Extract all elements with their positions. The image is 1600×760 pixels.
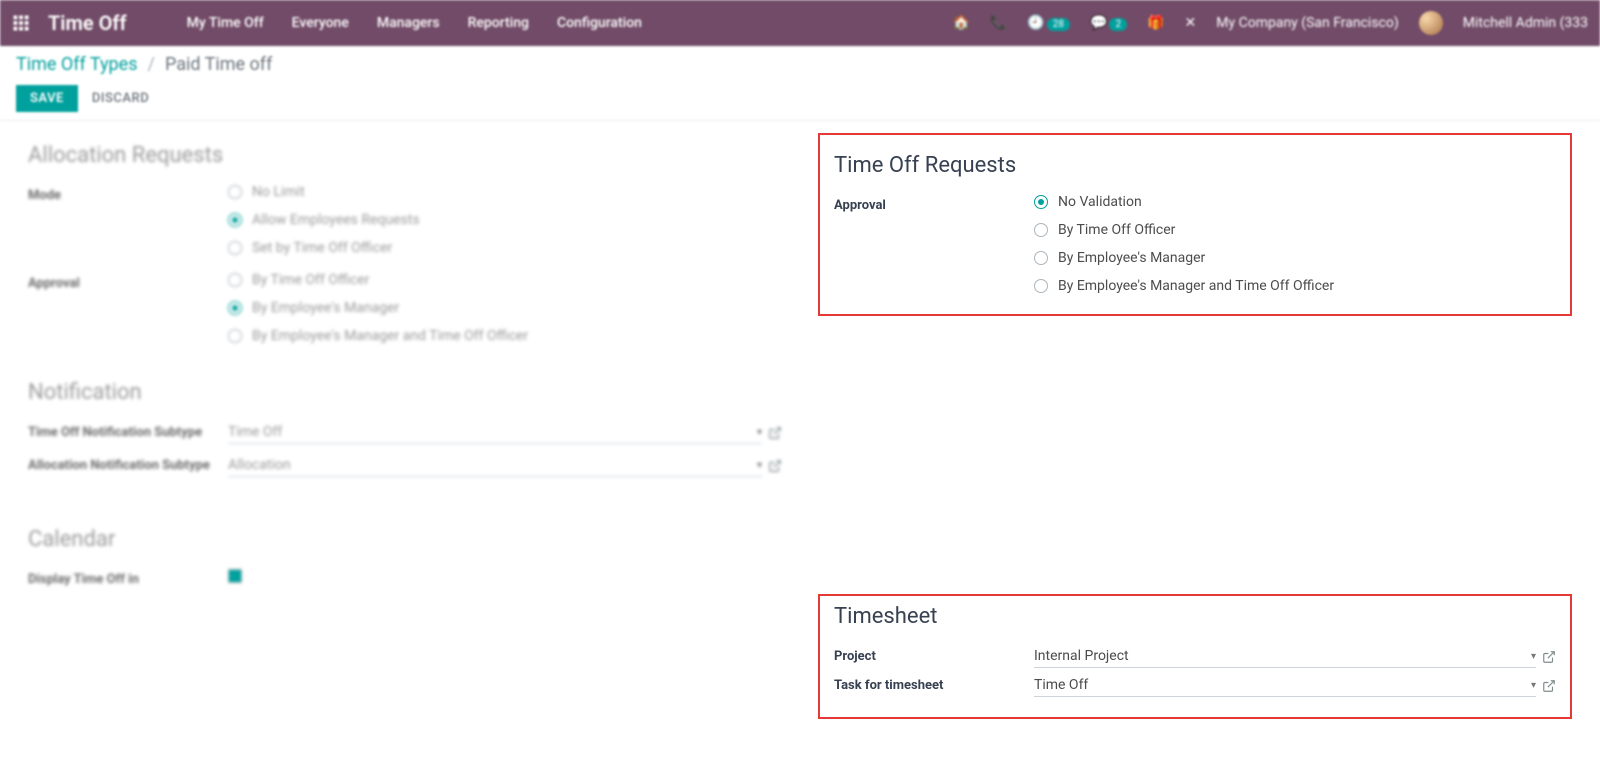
label-mode: Mode [28, 184, 228, 203]
apps-icon[interactable] [12, 14, 30, 32]
save-button[interactable]: SAVE [16, 85, 78, 112]
external-link-icon[interactable] [1542, 679, 1556, 693]
chevron-down-icon: ▾ [1531, 651, 1536, 662]
radio-mode-no-limit[interactable]: No Limit [228, 184, 782, 200]
form-sheet: Allocation Requests Mode No Limit Allow … [0, 121, 1600, 759]
radio-req-both[interactable]: By Employee's Manager and Time Off Offic… [1034, 278, 1556, 294]
radio-alloc-both[interactable]: By Employee's Manager and Time Off Offic… [228, 328, 782, 344]
radio-mode-allow[interactable]: Allow Employees Requests [228, 212, 782, 228]
activity-icon[interactable]: 🕘28 [1027, 15, 1070, 31]
breadcrumb-separator: / [148, 54, 155, 75]
gift-icon[interactable]: 🎁 [1147, 15, 1164, 31]
left-column: Allocation Requests Mode No Limit Allow … [10, 133, 800, 719]
external-link-icon[interactable] [768, 426, 782, 440]
breadcrumb-root[interactable]: Time Off Types [16, 54, 138, 75]
breadcrumb-current: Paid Time off [165, 54, 272, 75]
external-link-icon[interactable] [768, 459, 782, 473]
radio-mode-set[interactable]: Set by Time Off Officer [228, 240, 782, 256]
radio-req-manager[interactable]: By Employee's Manager [1034, 250, 1556, 266]
close-icon[interactable]: ✕ [1185, 15, 1197, 31]
section-timesheet: Timesheet [834, 604, 1556, 629]
highlight-timesheet: Timesheet Project Internal Project▾ Task… [818, 594, 1572, 719]
messages-icon[interactable]: 💬2 [1090, 15, 1127, 31]
section-time-off-requests: Time Off Requests [834, 153, 1556, 178]
label-req-approval: Approval [834, 194, 1034, 213]
top-nav: Time Off My Time Off Everyone Managers R… [0, 0, 1600, 46]
radio-req-no-validation[interactable]: No Validation [1034, 194, 1556, 210]
select-task[interactable]: Time Off▾ [1034, 674, 1536, 697]
select-project[interactable]: Internal Project▾ [1034, 645, 1536, 668]
chevron-down-icon: ▾ [757, 460, 762, 471]
label-alloc-approval: Approval [28, 272, 228, 291]
section-calendar: Calendar [28, 527, 782, 552]
section-notification: Notification [28, 380, 782, 405]
user-menu[interactable]: Mitchell Admin (333 [1463, 15, 1588, 31]
select-alloc-notif[interactable]: Allocation▾ [228, 454, 762, 477]
highlight-time-off-requests: Time Off Requests Approval No Validation… [818, 133, 1572, 316]
label-to-notif: Time Off Notification Subtype [28, 421, 228, 440]
chevron-down-icon: ▾ [1531, 680, 1536, 691]
label-task: Task for timesheet [834, 674, 1034, 693]
chevron-down-icon: ▾ [757, 427, 762, 438]
radio-req-officer[interactable]: By Time Off Officer [1034, 222, 1556, 238]
label-project: Project [834, 645, 1034, 664]
menu-everyone[interactable]: Everyone [292, 15, 349, 31]
section-allocation-requests: Allocation Requests [28, 143, 782, 168]
select-to-notif[interactable]: Time Off▾ [228, 421, 762, 444]
phone-icon[interactable]: 📞 [990, 15, 1007, 31]
radio-alloc-officer[interactable]: By Time Off Officer [228, 272, 782, 288]
label-alloc-notif: Allocation Notification Subtype [28, 454, 228, 473]
checkbox-display-calendar[interactable] [228, 569, 242, 583]
right-column: Time Off Requests Approval No Validation… [800, 133, 1590, 719]
discard-button[interactable]: DISCARD [92, 91, 149, 106]
home-icon[interactable]: 🏠 [952, 15, 969, 31]
menu-configuration[interactable]: Configuration [557, 15, 642, 31]
menu-my-time-off[interactable]: My Time Off [187, 15, 264, 31]
nav-right: 🏠 📞 🕘28 💬2 🎁 ✕ My Company (San Francisco… [952, 11, 1588, 35]
breadcrumb: Time Off Types / Paid Time off [16, 54, 1584, 75]
menu-reporting[interactable]: Reporting [468, 15, 529, 31]
control-panel: Time Off Types / Paid Time off SAVE DISC… [0, 46, 1600, 121]
menu-managers[interactable]: Managers [377, 15, 440, 31]
app-brand[interactable]: Time Off [48, 11, 127, 35]
company-switcher[interactable]: My Company (San Francisco) [1216, 15, 1398, 31]
radio-alloc-manager[interactable]: By Employee's Manager [228, 300, 782, 316]
external-link-icon[interactable] [1542, 650, 1556, 664]
avatar[interactable] [1419, 11, 1443, 35]
main-menu: My Time Off Everyone Managers Reporting … [187, 15, 642, 31]
label-display-calendar: Display Time Off in [28, 568, 228, 587]
